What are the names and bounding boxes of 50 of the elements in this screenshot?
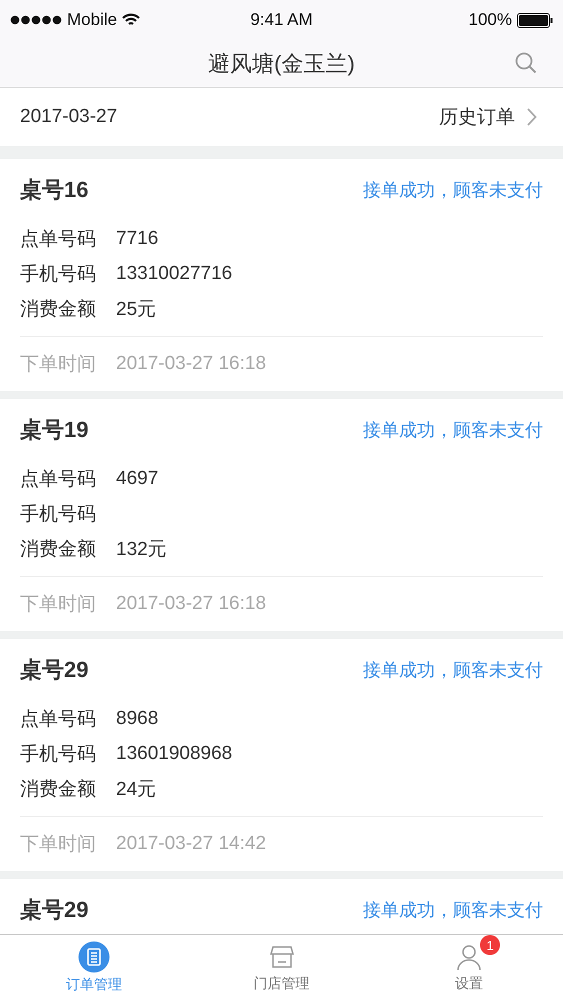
chevron-right-icon xyxy=(527,108,537,126)
field-value: 13601908968 xyxy=(116,742,232,764)
table-number: 桌号16 xyxy=(20,176,88,204)
history-orders-link[interactable]: 历史订单 xyxy=(439,104,537,130)
order-status: 接单成功，顾客未支付 xyxy=(363,179,543,202)
order-time-label: 下单时间 xyxy=(20,833,96,857)
field-label: 消费金额 xyxy=(20,298,96,322)
order-card[interactable]: 桌号16 接单成功，顾客未支付 点单号码 7716 手机号码 13310027716 消费金额 25元 下单时间 2017-03-27 16:18 xyxy=(0,159,563,391)
order-status: 接单成功，顾客未支付 xyxy=(363,419,543,442)
field-value: 132元 xyxy=(116,538,167,562)
battery-icon xyxy=(517,12,553,28)
order-card[interactable]: 桌号29 接单成功，顾客未支付 xyxy=(0,879,563,934)
order-time-label: 下单时间 xyxy=(20,593,96,617)
tab-item[interactable]: 门店管理 xyxy=(188,935,376,1000)
field-value: 24元 xyxy=(116,778,156,802)
field-value: 13310027716 xyxy=(116,262,232,284)
search-icon[interactable] xyxy=(515,52,537,74)
order-card[interactable]: 桌号29 接单成功，顾客未支付 点单号码 8968 手机号码 13601908968 消费金额 24元 下单时间 2017-03-27 14:42 xyxy=(0,639,563,871)
field-value: 8968 xyxy=(116,708,158,730)
field-label: 点单号码 xyxy=(20,228,96,252)
page-title: 避风塘(金玉兰) xyxy=(208,50,355,78)
field-value: 4697 xyxy=(116,468,158,490)
signal-icon xyxy=(10,15,62,25)
field-label: 点单号码 xyxy=(20,468,96,492)
order-time-label: 下单时间 xyxy=(20,353,96,377)
clipboard-icon xyxy=(78,941,110,973)
notification-badge: 1 xyxy=(480,935,500,955)
field-label: 手机号码 xyxy=(20,742,96,766)
order-status: 接单成功，顾客未支付 xyxy=(363,659,543,682)
order-time: 2017-03-27 16:18 xyxy=(116,593,266,615)
status-time: 9:41 AM xyxy=(250,10,313,30)
order-time: 2017-03-27 14:42 xyxy=(116,833,266,855)
order-card[interactable]: 桌号19 接单成功，顾客未支付 点单号码 4697 手机号码 消费金额 132元 下单时间 2017-03-27 16:18 xyxy=(0,399,563,631)
table-number: 桌号29 xyxy=(20,896,88,924)
carrier-name: Mobile xyxy=(67,10,118,30)
current-date: 2017-03-27 xyxy=(20,106,118,128)
field-label: 消费金额 xyxy=(20,778,96,802)
wifi-icon xyxy=(122,13,140,27)
field-label: 手机号码 xyxy=(20,502,96,526)
field-label: 点单号码 xyxy=(20,708,96,732)
field-value: 25元 xyxy=(116,298,156,322)
field-label: 消费金额 xyxy=(20,538,96,562)
field-value: 7716 xyxy=(116,228,158,250)
table-number: 桌号19 xyxy=(20,416,88,444)
order-time: 2017-03-27 16:18 xyxy=(116,353,266,375)
table-number: 桌号29 xyxy=(20,656,88,684)
battery-percent: 100% xyxy=(468,10,512,30)
order-status: 接单成功，顾客未支付 xyxy=(363,899,543,922)
field-label: 手机号码 xyxy=(20,262,96,286)
tab-item[interactable]: 1 设置 xyxy=(375,935,563,1000)
